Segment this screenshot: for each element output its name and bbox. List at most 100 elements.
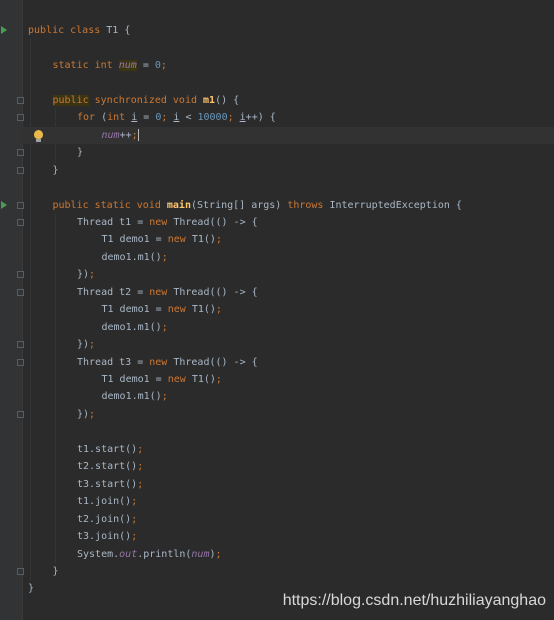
code-token: ; [161,391,168,403]
code-line[interactable]: t1.join(); [22,493,554,510]
code-token: t2.start() [77,461,138,473]
fold-marker-icon[interactable] [17,271,24,279]
code-line[interactable]: for (int i = 0; i < 10000; i++) { [22,109,554,126]
code-line[interactable]: }); [22,266,554,283]
fold-marker-icon[interactable] [17,201,24,209]
code-token: Thread(() -> { [173,286,258,298]
code-line[interactable]: }); [22,336,554,353]
code-token: T1() [191,304,216,316]
code-line[interactable]: num++; [22,126,554,144]
code-line[interactable]: T1 demo1 = new T1(); [22,301,554,318]
code-token: (String[] args) [190,199,288,211]
code-line[interactable]: } [22,144,554,161]
code-token: ; [215,234,222,246]
fold-marker-icon[interactable] [17,567,24,575]
code-token: T1 demo1 = [101,234,168,246]
code-token: t2.join() [77,513,132,525]
code-token: public class [28,25,107,36]
code-token: t1.join() [77,496,132,508]
code-token: < [179,112,198,124]
fold-marker-icon[interactable] [17,96,24,104]
code-token: }) [77,339,90,351]
code-token: T1() [191,374,216,385]
code-line[interactable]: t3.start(); [22,476,554,493]
code-line[interactable]: demo1.m1(); [22,249,554,266]
code-editor[interactable]: public class T1 { static int num = 0; publ… [22,0,554,620]
code-token: = [137,112,156,124]
code-line[interactable]: Thread t2 = new Thread(() -> { [22,284,554,301]
code-line[interactable]: public static void main(String[] args) t… [22,197,554,214]
code-line[interactable]: Thread t3 = new Thread(() -> { [22,354,554,371]
code-token: } [77,147,84,159]
lightbulb-icon[interactable] [34,129,43,142]
code-token: num [191,548,210,560]
code-token: t1.start() [77,443,138,455]
code-token: System. [77,548,120,560]
code-line[interactable]: } [22,563,554,580]
run-arrow-icon[interactable] [1,26,7,34]
code-token: new [149,286,174,298]
code-token: ++) { [245,112,276,124]
code-token: public [52,94,89,106]
code-line[interactable]: static int num = 0; [22,57,554,74]
code-token: new [149,216,174,228]
code-token: ; [131,531,138,543]
code-token: t3.join() [77,531,132,543]
fold-marker-icon[interactable] [17,288,24,296]
code-token: ; [89,339,96,351]
fold-marker-icon[interactable] [17,149,24,157]
code-token: ++ [119,129,132,141]
code-token: ; [89,269,96,281]
code-token: throws [287,199,330,211]
code-token: T1() [191,234,216,246]
code-token: ; [161,321,168,333]
code-token: Thread t2 = [77,286,150,298]
code-line[interactable]: public class T1 { [22,22,554,39]
code-line[interactable]: } [22,162,554,179]
run-arrow-icon[interactable] [1,200,7,209]
code-token: ; [215,304,222,316]
code-token: t3.start() [77,478,138,490]
code-token: Thread t3 = [77,356,150,368]
code-line[interactable]: t1.start(); [22,441,554,458]
code-line[interactable]: t3.join(); [22,528,554,545]
code-token: synchronized void [88,94,204,106]
code-token: demo1.m1() [101,321,162,333]
code-line[interactable]: public synchronized void m1() { [22,92,554,109]
code-token: Thread(() -> { [173,216,258,228]
watermark: https://blog.csdn.net/huzhiliayanghao [282,592,546,609]
code-token: ; [137,478,144,490]
code-token: Thread t1 = [77,216,150,228]
code-token: }) [77,269,90,281]
code-token: main [166,199,191,211]
code-line[interactable]: t2.join(); [22,511,554,528]
code-token: int [107,112,132,124]
code-line[interactable]: T1 demo1 = new T1(); [22,231,554,248]
code-token: m1 [203,94,216,106]
code-line[interactable]: System.out.println(num); [22,546,554,563]
fold-marker-icon[interactable] [17,358,24,366]
fold-marker-icon[interactable] [17,410,24,418]
code-line[interactable]: T1 demo1 = new T1(); [22,371,554,388]
code-token: ; [227,112,240,124]
code-token: new [149,356,174,368]
code-token: T1 demo1 = [101,304,168,316]
code-token: ; [161,112,174,124]
code-token: () { [215,94,240,106]
fold-marker-icon[interactable] [17,341,24,349]
code-token: Thread(() -> { [173,356,258,368]
code-line[interactable]: Thread t1 = new Thread(() -> { [22,214,554,231]
code-line[interactable]: }); [22,406,554,423]
fold-marker-icon[interactable] [17,114,24,122]
code-line[interactable]: demo1.m1(); [22,319,554,336]
code-token: public static void [52,199,167,211]
fold-marker-icon[interactable] [17,166,24,174]
code-line[interactable]: t2.start(); [22,458,554,475]
code-token: ; [89,408,96,420]
code-line[interactable]: demo1.m1(); [22,388,554,405]
code-token: new [167,304,192,316]
code-token: = [136,59,155,71]
code-token: demo1.m1() [101,251,162,263]
text-caret [137,128,139,141]
fold-marker-icon[interactable] [17,218,24,226]
